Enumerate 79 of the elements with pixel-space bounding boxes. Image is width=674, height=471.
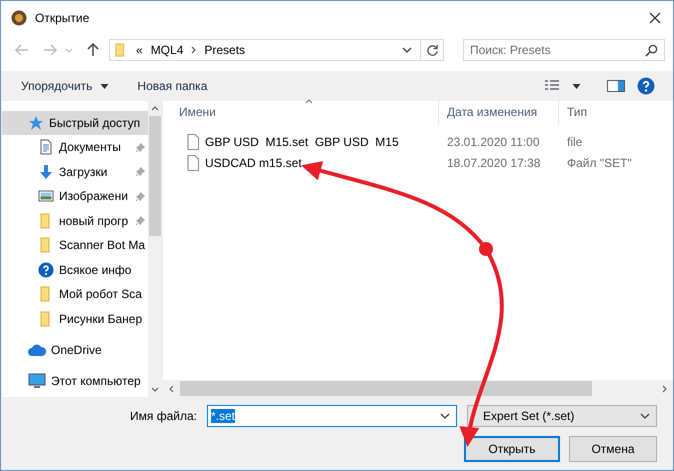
sidebar-label: Изображени xyxy=(59,189,128,204)
close-icon[interactable] xyxy=(649,12,661,24)
table-cell-text: 23.01.2020 11:00 xyxy=(446,134,541,148)
sidebar-item[interactable]: Быстрый доступ xyxy=(2,111,148,135)
pin-icon xyxy=(135,190,146,202)
file-name-field[interactable]: *.set xyxy=(207,405,457,427)
sidebar-label: Scanner Bot Ma xyxy=(59,238,146,252)
preview-pane-icon[interactable] xyxy=(607,80,625,92)
help-icon xyxy=(38,262,54,278)
sidebar-item[interactable]: OneDrive xyxy=(2,338,148,362)
chevron-down-icon[interactable] xyxy=(402,47,412,53)
cloud-icon xyxy=(28,344,46,356)
help-icon[interactable] xyxy=(637,77,655,95)
sort-caret-icon xyxy=(305,99,313,104)
breadcrumb[interactable]: « xyxy=(136,43,143,57)
scroll-right-icon[interactable] xyxy=(662,384,667,392)
table-cell-text: 18.07.2020 17:38 xyxy=(446,156,542,170)
caret-icon[interactable] xyxy=(572,84,581,88)
window-title: Открытие xyxy=(35,11,90,25)
sidebar-item[interactable]: Всякое инфо xyxy=(2,258,148,282)
sidebar-label: Этот компьютер xyxy=(51,374,141,388)
breadcrumb[interactable]: Presets xyxy=(204,43,246,57)
breadcrumb[interactable]: MQL4 xyxy=(150,43,184,57)
arrow-dot xyxy=(479,242,493,256)
download-arrow-icon xyxy=(38,164,54,180)
chevron-down-icon[interactable] xyxy=(440,413,450,419)
column-header[interactable]: Дата изменения xyxy=(439,101,559,125)
sidebar-item[interactable]: Документы xyxy=(2,135,148,160)
pin-icon xyxy=(135,215,146,226)
sidebar-item[interactable]: Этот компьютер xyxy=(2,369,148,393)
file-name-label: Имя файла: xyxy=(130,409,197,423)
sidebar-label: Мой робот Sca xyxy=(59,287,142,302)
sidebar-item[interactable]: Scanner Bot Ma xyxy=(2,233,148,258)
search-icon xyxy=(645,44,658,57)
picture-icon xyxy=(38,188,54,204)
horizontal-scrollbar[interactable] xyxy=(163,380,673,397)
sidebar-item[interactable]: Мой робот Sca xyxy=(2,282,148,306)
scroll-down-icon[interactable] xyxy=(151,387,159,392)
pin-icon xyxy=(135,166,146,178)
file-icon xyxy=(187,154,199,170)
scrollbar-thumb[interactable] xyxy=(149,116,161,236)
file-icon xyxy=(187,134,199,150)
column-header[interactable]: Имени xyxy=(171,101,439,125)
caret-icon xyxy=(100,84,110,88)
table-cell-text: Файл "SET" xyxy=(566,156,633,170)
sidebar-label: новый прогр xyxy=(59,214,128,228)
chevron-down-icon xyxy=(640,413,650,419)
sidebar-label: Быстрый доступ xyxy=(49,116,140,130)
organize-button[interactable]: Упорядочить xyxy=(13,76,118,96)
file-type-dropdown[interactable]: Expert Set (*.set) xyxy=(467,405,657,427)
sidebar-label: Загрузки xyxy=(59,164,108,179)
app-icon xyxy=(11,10,27,26)
sidebar-item[interactable]: Загрузки xyxy=(2,160,148,184)
computer-icon xyxy=(28,373,46,389)
scrollbar-thumb[interactable] xyxy=(180,381,592,396)
new-folder-button[interactable]: Новая папка xyxy=(129,76,216,96)
search-field[interactable]: Поиск: Presets xyxy=(463,39,665,61)
sidebar-item[interactable]: Изображени xyxy=(2,184,148,208)
up-arrow-icon[interactable] xyxy=(87,43,99,57)
refresh-icon[interactable] xyxy=(426,44,438,56)
sidebar-label: OneDrive xyxy=(51,343,102,357)
table-cell-text: file xyxy=(566,134,584,148)
sidebar-label: Рисунки Банер xyxy=(59,312,142,326)
scroll-left-icon[interactable] xyxy=(169,384,174,392)
chevron-right-icon xyxy=(191,46,196,54)
file-name[interactable]: GBP USD M15.set GBP USD M15 xyxy=(205,134,399,148)
sidebar-item[interactable]: новый прогр xyxy=(2,208,148,233)
cancel-button[interactable]: Отмена xyxy=(569,436,657,462)
scroll-up-icon[interactable] xyxy=(151,106,159,111)
sidebar-item[interactable]: Рисунки Банер xyxy=(2,306,148,331)
file-name[interactable]: USDCAD m15.set xyxy=(205,156,302,170)
address-bar[interactable]: « MQL4 Presets xyxy=(109,39,444,61)
open-button[interactable]: Открыть xyxy=(464,436,560,462)
star-icon xyxy=(28,115,44,131)
sidebar-label: Всякое инфо xyxy=(59,262,132,277)
document-icon xyxy=(38,139,54,156)
column-header[interactable]: Тип xyxy=(559,101,659,125)
sidebar-label: Документы xyxy=(59,140,121,154)
pin-icon xyxy=(135,142,146,153)
